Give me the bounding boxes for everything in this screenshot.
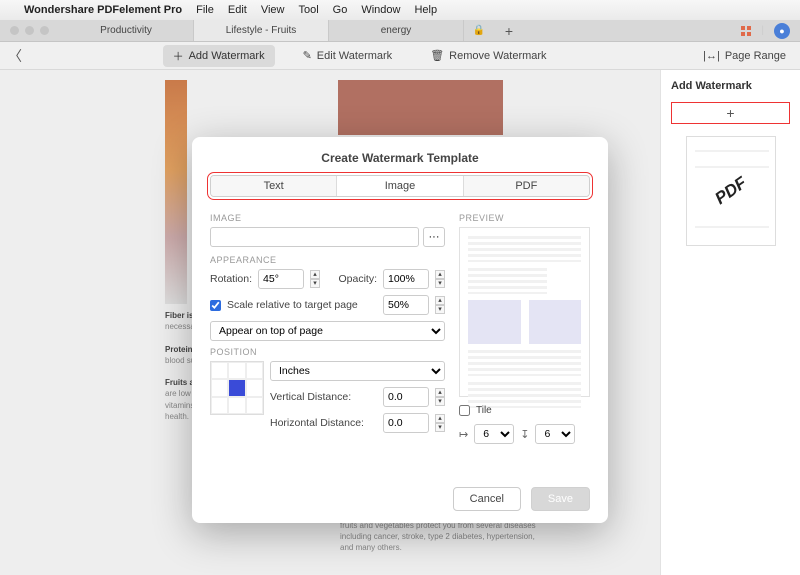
hdist-stepper[interactable]: ▴▾ [435,414,445,432]
tab-label: Lifestyle - Fruits [226,25,297,36]
hdist-input[interactable] [383,413,429,433]
apps-grid-icon[interactable] [741,26,751,36]
vdist-stepper[interactable]: ▴▾ [435,388,445,406]
tab-productivity[interactable]: Productivity [59,20,194,41]
divider: | [761,25,764,36]
scale-label: Scale relative to target page [227,299,358,311]
opacity-stepper[interactable]: ▴▾ [435,270,445,288]
seg-text[interactable]: Text [211,176,336,196]
add-watermark-button[interactable]: ＋ Add Watermark [163,45,275,67]
scale-input[interactable] [383,295,429,315]
modal-title: Create Watermark Template [210,151,590,165]
image-path-input[interactable] [210,227,419,247]
tool-label: Add Watermark [189,50,265,62]
seg-pdf[interactable]: PDF [463,176,589,196]
preview-box [459,227,590,397]
menu-help[interactable]: Help [414,4,437,16]
plus-icon: ＋ [173,48,184,64]
add-watermark-tile[interactable]: + [671,102,790,124]
watermark-preview-thumb[interactable]: PDF [686,136,776,246]
sidepanel-title: Add Watermark [671,80,790,92]
menu-file[interactable]: File [196,4,214,16]
rotation-stepper[interactable]: ▴▾ [310,270,320,288]
page2-body: fruits and vegetables protect you from s… [340,520,540,554]
rotation-label: Rotation: [210,273,252,285]
tool-label: Page Range [725,50,786,62]
tool-label: Remove Watermark [449,50,546,62]
menu-tool[interactable]: Tool [298,4,318,16]
create-watermark-modal: Create Watermark Template Text Image PDF… [192,137,608,523]
pencil-icon: ✎ [303,49,312,62]
page-range-button[interactable]: |↔| Page Range [689,50,800,62]
tab-lifestyle[interactable]: Lifestyle - Fruits [194,20,329,41]
source-segmented-control[interactable]: Text Image PDF [210,175,590,197]
layer-select[interactable]: Appear on top of page [210,321,445,341]
watermark-toolbar: 〈 ＋ Add Watermark ✎ Edit Watermark 🗑 Rem… [0,42,800,70]
rotation-input[interactable] [258,269,304,289]
tab-label: energy [381,25,412,36]
page-image-strip [165,80,187,304]
menu-go[interactable]: Go [333,4,348,16]
position-center[interactable] [228,379,245,396]
h: Protein [165,345,193,354]
section-preview: PREVIEW [459,213,590,223]
section-image: IMAGE [210,213,445,223]
h: Fiber is [165,311,193,320]
vdist-input[interactable] [383,387,429,407]
browse-button[interactable]: ··· [423,227,445,247]
menu-window[interactable]: Window [361,4,400,16]
remove-watermark-button[interactable]: 🗑 Remove Watermark [420,46,556,65]
traffic-lights[interactable] [0,20,59,41]
window-tabbar: Productivity Lifestyle - Fruits energy 🔒… [0,20,800,42]
menu-view[interactable]: View [261,4,285,16]
scale-stepper[interactable]: ▴▾ [435,296,445,314]
tile-checkbox[interactable] [459,405,470,416]
mac-menubar: Wondershare PDFelement Pro File Edit Vie… [0,0,800,20]
section-position: POSITION [210,347,445,357]
position-grid[interactable] [210,361,264,415]
tab-energy[interactable]: energy [329,20,464,41]
plus-icon: + [726,105,734,121]
seg-image[interactable]: Image [336,176,462,196]
section-appearance: APPEARANCE [210,255,445,265]
opacity-input[interactable] [383,269,429,289]
tool-label: Edit Watermark [317,50,392,62]
watermark-sidepanel: Add Watermark + PDF [660,70,800,575]
tile-h-select[interactable]: 6 [474,424,514,444]
units-select[interactable]: Inches [270,361,445,381]
new-tab-button[interactable]: + [494,20,524,41]
tile-label: Tile [476,405,492,416]
app-name[interactable]: Wondershare PDFelement Pro [24,4,182,16]
cancel-button[interactable]: Cancel [453,487,521,511]
hdist-label: Horizontal Distance: [270,417,364,429]
lock-icon: 🔒 [464,20,494,41]
opacity-label: Opacity: [338,273,377,285]
trash-icon: 🗑 [430,49,444,62]
range-icon: |↔| [703,50,720,62]
menu-edit[interactable]: Edit [228,4,247,16]
tile-h-icon: ↦ [459,428,468,441]
thumb-text: PDF [711,173,750,209]
user-avatar[interactable]: ● [774,23,790,39]
tile-v-select[interactable]: 6 [535,424,575,444]
back-button[interactable]: 〈 [0,46,30,66]
page2-header-image [338,80,503,135]
scale-checkbox[interactable] [210,300,221,311]
vdist-label: Vertical Distance: [270,391,351,403]
edit-watermark-button[interactable]: ✎ Edit Watermark [293,46,403,65]
tab-label: Productivity [100,25,152,36]
tile-v-icon: ↧ [520,428,529,441]
save-button[interactable]: Save [531,487,590,511]
